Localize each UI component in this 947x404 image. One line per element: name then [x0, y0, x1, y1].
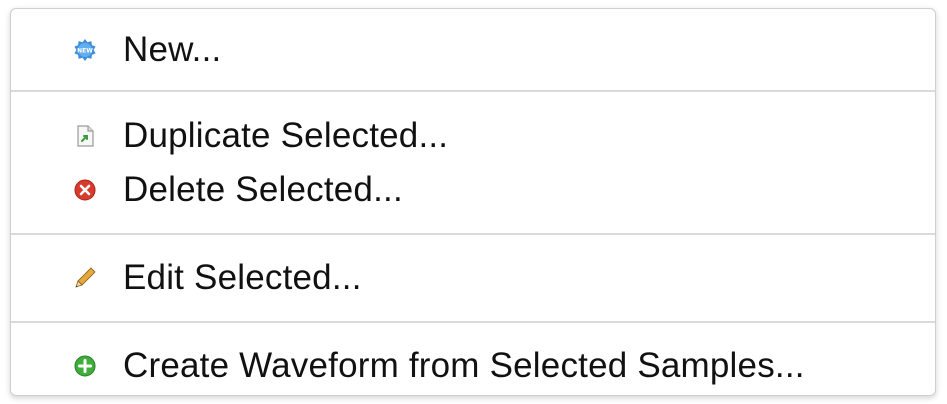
menu-item-label: Create Waveform from Selected Samples... — [123, 346, 805, 385]
menu-separator — [11, 90, 935, 92]
menu-item-duplicate-selected[interactable]: Duplicate Selected... — [11, 109, 935, 163]
new-badge-icon: NEW — [73, 38, 97, 62]
add-circle-icon — [73, 354, 97, 378]
menu-separator — [11, 233, 935, 235]
delete-circle-icon — [73, 178, 97, 202]
svg-text:NEW: NEW — [77, 48, 93, 55]
context-menu: NEW New... Duplicate Selected... Delete … — [10, 8, 936, 396]
menu-item-label: Edit Selected... — [123, 258, 362, 297]
menu-item-label: New... — [123, 30, 222, 69]
pencil-icon — [73, 266, 97, 290]
menu-item-label: Duplicate Selected... — [123, 116, 449, 155]
duplicate-document-icon — [73, 124, 97, 148]
menu-item-delete-selected[interactable]: Delete Selected... — [11, 163, 935, 217]
menu-separator — [11, 321, 935, 323]
menu-item-label: Delete Selected... — [123, 170, 403, 209]
menu-item-create-waveform[interactable]: Create Waveform from Selected Samples... — [11, 339, 935, 393]
menu-item-edit-selected[interactable]: Edit Selected... — [11, 251, 935, 305]
menu-item-new[interactable]: NEW New... — [11, 23, 935, 77]
